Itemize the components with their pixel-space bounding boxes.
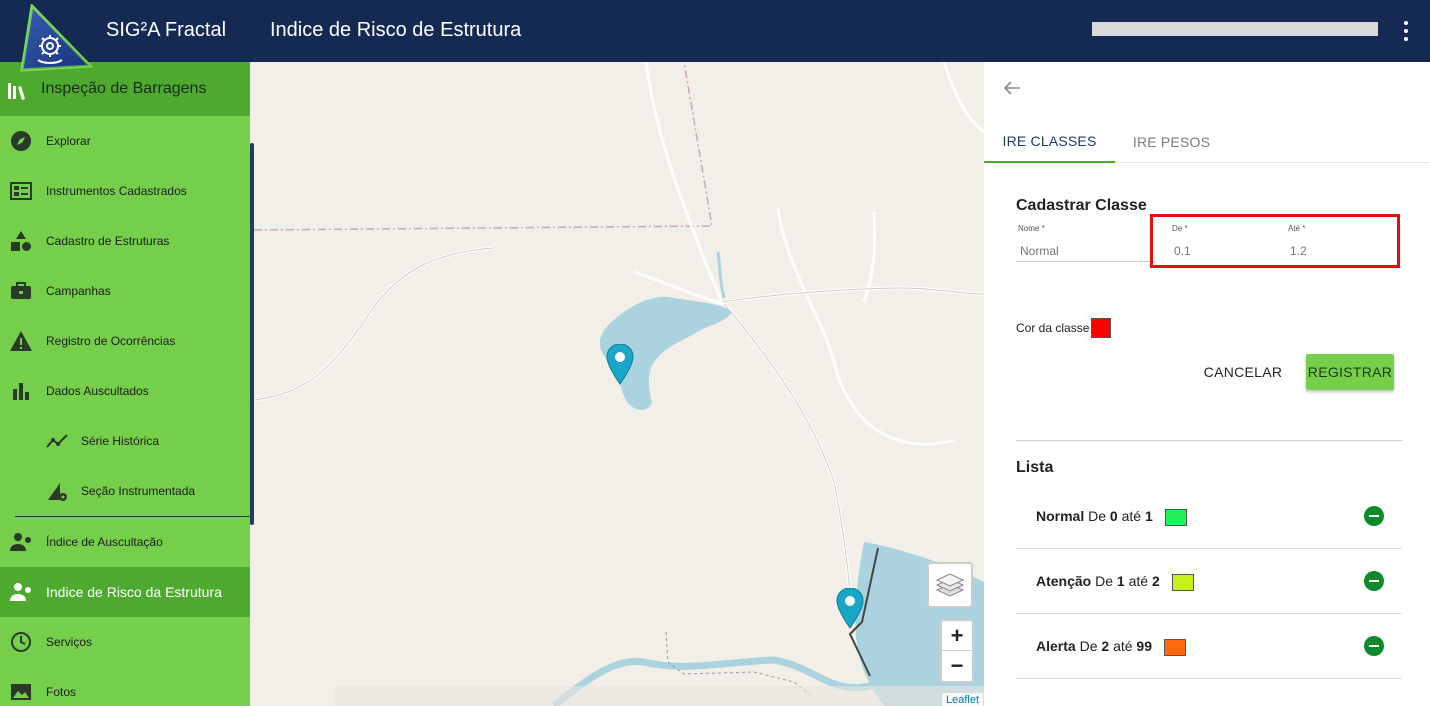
image-icon [11,684,31,700]
sidebar-item-label: Dados Auscultados [46,384,149,398]
sidebar-section-title: Inspeção de Barragens [41,80,207,97]
sidebar-item-label: Campanhas [46,284,111,298]
sidebar-item-label: Instrumentos Cadastrados [46,184,187,198]
class-name: Alerta [1036,638,1076,654]
sidebar-item-label: Indice de Risco da Estrutura [46,584,222,600]
de-word: De [1079,638,1098,654]
clock-icon [11,632,31,652]
top-app-bar: SIG²A Fractal Indice de Risco de Estrutu… [0,0,1430,62]
list-item: Atenção De 1 até 2 [1016,549,1402,614]
sidebar-item-label: Índice de Auscultação [46,535,163,549]
class-from: 1 [1116,573,1125,589]
map-pin-icon[interactable] [606,344,634,386]
map-view[interactable]: + − Leaflet [254,62,984,706]
map-pin-icon[interactable] [836,588,864,630]
sidebar-item-ocorrencias[interactable]: Registro de Ocorrências [0,316,250,366]
user-info-redacted [1092,22,1378,36]
de-word: De [1095,573,1114,589]
section-gear-icon [48,483,67,501]
sidebar-item-label: Cadastro de Estruturas [46,234,170,248]
de-word: De [1088,508,1107,524]
color-picker-swatch[interactable] [1091,318,1111,338]
library-icon [8,83,25,100]
zoom-control: + − [940,619,974,683]
sidebar-item-indice-auscultacao[interactable]: Índice de Auscultação [0,517,250,567]
dashboard-list-icon [10,182,32,200]
bar-chart-icon [13,383,29,400]
sidebar-item-label: Registro de Ocorrências [46,334,176,348]
sidebar-item-explorar[interactable]: Explorar [0,116,250,166]
ate-word: até [1121,508,1142,524]
sidebar-item-servicos[interactable]: Serviços [0,617,250,667]
sidebar-item-serie-historica[interactable]: Série Histórica [0,416,250,466]
tab-ire-classes[interactable]: IRE CLASSES [984,120,1115,163]
layers-control-button[interactable] [927,562,973,608]
register-button[interactable]: REGISTRAR [1306,354,1394,390]
form-title: Cadastrar Classe [1016,197,1147,214]
tab-bar: IRE CLASSES IRE PESOS [984,120,1430,163]
remove-circle-icon[interactable] [1364,506,1384,526]
sidebar-item-indice-risco[interactable]: Indice de Risco da Estrutura [0,567,250,617]
sidebar-item-label: Série Histórica [81,434,160,448]
app-name: SIG²A Fractal [106,19,227,41]
ire-panel: IRE CLASSES IRE PESOS Cadastrar Classe N… [984,62,1430,706]
person-gear-icon [10,533,31,551]
zoom-in-button[interactable]: + [942,621,972,651]
lista-title: Lista [1016,459,1054,476]
nome-field[interactable] [1016,240,1156,262]
compass-icon [11,131,31,151]
class-from: 0 [1109,508,1118,524]
app-logo[interactable] [18,4,94,74]
class-color-swatch [1171,573,1194,591]
tab-ire-pesos[interactable]: IRE PESOS [1115,120,1228,163]
divider [1016,440,1402,441]
boundary-line [254,62,713,231]
sidebar-item-label: Fotos [46,685,77,699]
more-vert-icon[interactable] [1396,16,1416,46]
page-title: Indice de Risco de Estrutura [270,19,522,41]
class-color-swatch [1164,508,1187,526]
sidebar-item-label: Explorar [46,134,91,148]
map-attribution-link[interactable]: Leaflet [942,693,984,706]
sidebar-item-label: Seção Instrumentada [81,484,196,498]
briefcase-icon [11,282,31,299]
list-item: Normal De 0 até 1 [1016,484,1402,549]
class-from: 2 [1101,638,1110,654]
ate-word: até [1128,573,1149,589]
zoom-out-button[interactable]: − [942,651,972,681]
cor-label: Cor da classe [1016,321,1090,335]
layers-icon [936,573,964,597]
sidebar: Inspeção de Barragens Explorar Instrumen… [0,62,250,706]
sidebar-item-label: Serviços [46,635,93,649]
cancel-button[interactable]: CANCELAR [1198,354,1288,390]
person-gear-icon [10,583,31,601]
sidebar-item-cadastro-estruturas[interactable]: Cadastro de Estruturas [0,216,250,266]
sidebar-item-fotos[interactable]: Fotos [0,667,250,706]
class-color-swatch [1163,638,1186,656]
list-item: Alerta De 2 até 99 [1016,614,1402,679]
warning-icon [10,331,32,351]
remove-circle-icon[interactable] [1364,571,1384,591]
class-to: 2 [1151,573,1160,589]
class-to: 99 [1136,638,1152,654]
remove-circle-icon[interactable] [1364,636,1384,656]
trend-line-icon [46,434,68,448]
class-to: 1 [1144,508,1153,524]
sidebar-item-instrumentos[interactable]: Instrumentos Cadastrados [0,166,250,216]
nome-label: Nome * [1018,224,1045,233]
ate-word: até [1113,638,1133,654]
arrow-left-icon[interactable] [1002,78,1022,98]
class-name: Normal [1036,508,1085,524]
annotation-highlight-box [1150,214,1400,268]
sidebar-item-campanhas[interactable]: Campanhas [0,266,250,316]
shapes-icon [11,231,31,251]
sidebar-item-dados-auscultados[interactable]: Dados Auscultados [0,366,250,416]
class-name: Atenção [1036,573,1092,589]
sidebar-item-secao-instrumentada[interactable]: Seção Instrumentada [0,466,250,516]
